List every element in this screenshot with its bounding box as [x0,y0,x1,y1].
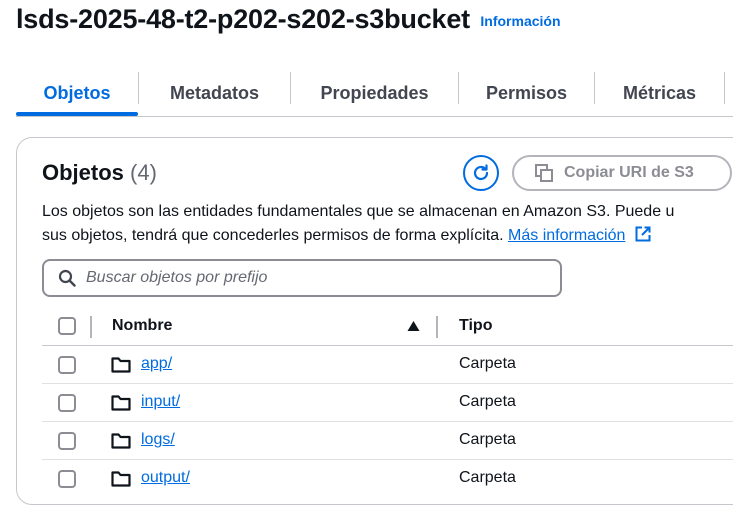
tab-label: Metadatos [169,82,259,103]
tab-permisos[interactable]: Permisos [459,70,594,116]
table-row: app/ Carpeta [17,346,733,384]
more-info-link[interactable]: Más información [508,227,625,244]
more-info-label: Más información [508,227,626,244]
column-header-tipo[interactable]: Tipo [459,306,492,346]
table-row: input/ Carpeta [17,384,733,422]
folder-icon [111,356,131,373]
info-link[interactable]: Información [480,13,560,29]
object-type: Carpeta [459,469,516,486]
row-checkbox[interactable] [58,432,76,450]
column-separator [90,316,92,338]
objects-count: (4) [130,160,157,185]
external-link-icon[interactable] [634,225,652,251]
object-type: Carpeta [459,393,516,410]
table-row: output/ Carpeta [17,460,733,498]
tabs-divider [16,116,733,117]
tab-metadatos[interactable]: Metadatos [139,70,290,116]
column-header-nombre[interactable]: Nombre [112,306,172,346]
refresh-icon [471,163,491,183]
table-row: logs/ Carpeta [17,422,733,460]
copy-icon [534,163,554,183]
tab-separator [724,72,725,104]
row-checkbox[interactable] [58,356,76,374]
search-box [42,259,562,297]
object-type: Carpeta [459,431,516,448]
tab-bar: Objetos Metadatos Propiedades Permisos M… [16,70,733,116]
description-line-2-wrap: sus objetos, tendrá que concederles perm… [42,224,733,251]
s3-bucket-page: lsds-2025-48-t2-p202-s202-s3bucket Infor… [0,0,733,517]
column-header-label: Nombre [112,317,173,334]
object-type: Carpeta [459,355,516,372]
objects-heading: Objetos (4) [42,160,157,186]
tab-objetos[interactable]: Objetos [16,70,138,116]
row-checkbox[interactable] [58,470,76,488]
tab-label: Objetos [43,82,111,103]
object-name-link[interactable]: app/ [141,355,172,373]
description-line-2: sus objetos, tendrá que concederles perm… [42,227,504,244]
folder-icon [111,470,131,487]
description-line-1: Los objetos son las entidades fundamenta… [42,203,675,220]
object-name-link[interactable]: input/ [141,393,180,411]
search-input[interactable] [86,269,526,287]
object-name-link[interactable]: logs/ [141,431,175,449]
row-checkbox[interactable] [58,394,76,412]
refresh-button[interactable] [463,155,499,191]
tab-propiedades[interactable]: Propiedades [291,70,458,116]
select-all-checkbox[interactable] [58,317,76,335]
tab-metricas[interactable]: Métricas [595,70,724,116]
folder-icon [111,432,131,449]
page-title: lsds-2025-48-t2-p202-s202-s3bucket [16,4,470,34]
search-icon [58,269,76,287]
tab-label: Propiedades [320,82,429,103]
column-separator [436,316,438,338]
tab-label: Métricas [622,82,697,103]
objects-description: Los objetos son las entidades fundamenta… [42,200,733,251]
folder-icon [111,394,131,411]
copy-s3-uri-button[interactable]: Copiar URI de S3 [512,155,732,191]
objects-container: Objetos (4) Copiar URI de S3 Los objetos [16,137,733,505]
objects-title: Objetos [42,160,124,185]
sort-ascending-icon[interactable] [407,320,420,332]
object-name-link[interactable]: output/ [141,469,190,487]
table-header: Nombre Tipo [17,306,733,346]
tab-label: Permisos [485,82,568,103]
page-header: lsds-2025-48-t2-p202-s202-s3bucket Infor… [16,4,561,35]
copy-s3-uri-label: Copiar URI de S3 [564,164,694,181]
column-header-label: Tipo [459,317,493,334]
